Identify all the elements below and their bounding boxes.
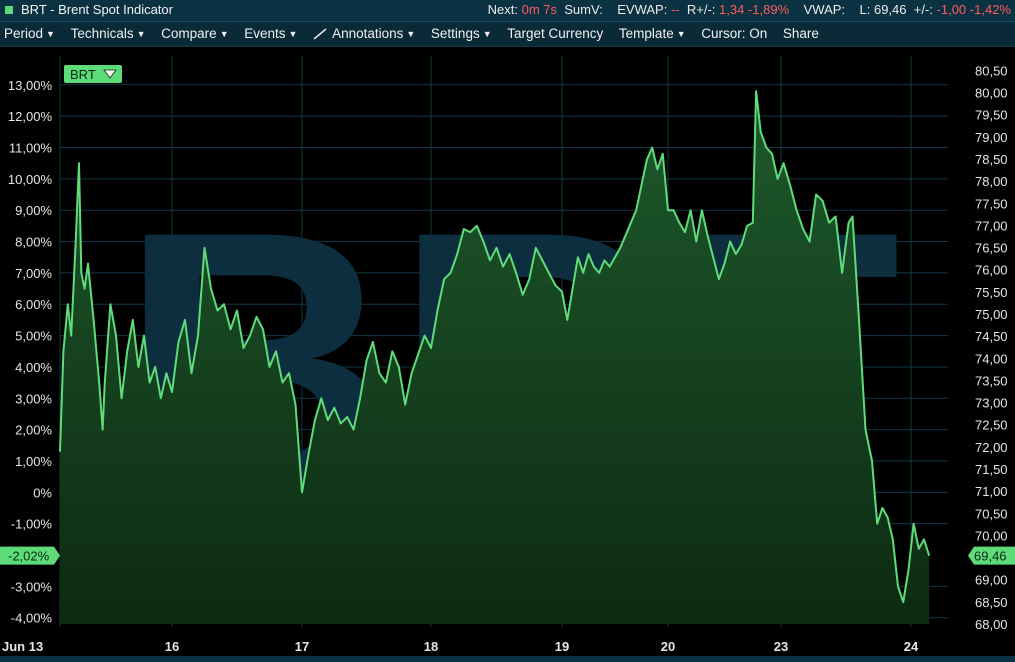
window-title: BRT - Brent Spot Indicator — [21, 2, 173, 17]
right-axis-tick-label: 75,00 — [975, 307, 1008, 322]
current-price-flag: 69,46 — [968, 546, 1015, 565]
current-price-label: 69,46 — [974, 549, 1007, 564]
title-bar: BRT - Brent Spot Indicator Next: 0m 7s S… — [0, 0, 1015, 22]
last-label: L: — [859, 2, 871, 17]
left-axis-tick-label: -3,00% — [11, 579, 53, 594]
right-axis-tick-label: 73,00 — [975, 396, 1008, 411]
x-axis-tick-label: 16 — [165, 639, 179, 654]
right-axis-tick-label: 75,50 — [975, 285, 1008, 300]
left-axis-tick-label: 8,00% — [15, 235, 52, 250]
left-axis-tick-label: 7,00% — [15, 266, 52, 281]
x-axis-tick-label: 18 — [424, 639, 438, 654]
rchg-label: R+/-: — [686, 2, 716, 17]
menu-annotations[interactable]: Annotations ▼ — [313, 22, 415, 47]
price-chart[interactable]: BRT 13,00% 12,00% 11,00% 10,00% 9,00% 8,00% 7,… — [0, 46, 1015, 656]
rchg-value: 1,34 — [719, 2, 745, 17]
left-axis-tick-label: 6,00% — [15, 297, 52, 312]
right-axis-tick-label: 72,00 — [975, 440, 1008, 455]
right-axis-tick-label: 71,50 — [975, 462, 1008, 477]
next-value: 0m 7s — [521, 2, 558, 17]
header-stats: Next: 0m 7s SumV: EVWAP: -- R+/-: 1,34 -… — [488, 2, 1011, 17]
right-axis-tick-label: 68,50 — [975, 595, 1008, 610]
menu-target-currency[interactable]: Target Currency — [507, 22, 603, 46]
rchg-pct: -1,89% — [747, 2, 790, 17]
caret-down-icon: ▼ — [136, 29, 146, 39]
left-axis-tick-label: -1,00% — [11, 517, 53, 532]
right-axis-tick-label: 79,00 — [975, 130, 1008, 145]
menu-period[interactable]: Period ▼ — [4, 22, 55, 47]
menu-events[interactable]: Events ▼ — [244, 22, 297, 47]
last-value: 69,46 — [873, 2, 907, 17]
x-axis-tick-label: 24 — [904, 639, 919, 654]
left-axis-tick-label: 3,00% — [15, 391, 52, 406]
right-axis-tick-label: 71,00 — [975, 484, 1008, 499]
status-square-icon — [5, 6, 13, 14]
symbol-badge[interactable]: BRT — [64, 65, 122, 83]
caret-down-icon: ▼ — [219, 29, 229, 39]
left-axis-tick-label: 13,00% — [8, 78, 53, 93]
menu-bar: Period ▼ Technicals ▼ Compare ▼ Events ▼ Ann… — [0, 22, 1015, 47]
evwap-value: -- — [670, 2, 680, 17]
x-axis-tick-label: 20 — [661, 639, 675, 654]
change-value: -1,00 — [936, 2, 967, 17]
menu-cursor-toggle[interactable]: Cursor: On — [701, 22, 767, 46]
left-axis-tick-label: 2,00% — [15, 423, 52, 438]
right-axis-tick-label: 80,50 — [975, 63, 1008, 78]
left-axis-tick-label: 12,00% — [8, 109, 53, 124]
x-axis-tick-label: 23 — [774, 639, 788, 654]
caret-down-icon: ▼ — [676, 29, 686, 39]
vwap-label: VWAP: — [803, 2, 846, 17]
bottom-scrollbar[interactable] — [0, 656, 1015, 662]
caret-down-icon: ▼ — [482, 29, 492, 39]
right-axis-tick-label: 72,50 — [975, 418, 1008, 433]
right-axis-tick-label: 74,50 — [975, 329, 1008, 344]
x-axis-tick-label: Jun 13 — [2, 639, 43, 654]
evwap-label: EVWAP: — [617, 2, 668, 17]
left-axis-tick-label: 4,00% — [15, 360, 52, 375]
left-axis-tick-label: 9,00% — [15, 203, 52, 218]
right-axis-tick-label: 74,00 — [975, 351, 1008, 366]
right-axis-tick-label: 70,50 — [975, 506, 1008, 521]
right-axis-tick-label: 80,00 — [975, 86, 1008, 101]
right-axis-tick-label: 78,00 — [975, 174, 1008, 189]
pen-icon — [313, 28, 327, 40]
x-axis-ticks: Jun 13 16 17 18 19 20 23 24 — [2, 639, 919, 654]
menu-share[interactable]: Share — [783, 22, 819, 46]
x-axis-tick-label: 17 — [295, 639, 309, 654]
next-label: Next: — [487, 2, 518, 17]
menu-compare[interactable]: Compare ▼ — [161, 22, 228, 47]
current-pct-label: -2,02% — [8, 549, 50, 564]
right-axis-tick-label: 70,00 — [975, 528, 1008, 543]
current-pct-flag: -2,02% — [0, 546, 60, 565]
left-axis-tick-label: -4,00% — [11, 611, 53, 626]
change-pct: -1,42% — [969, 2, 1011, 17]
symbol-badge-label: BRT — [70, 67, 96, 82]
right-axis-tick-label: 76,00 — [975, 263, 1008, 278]
left-axis-tick-label: 0% — [33, 485, 52, 500]
left-axis-tick-label: 5,00% — [15, 329, 52, 344]
caret-down-icon: ▼ — [288, 29, 298, 39]
left-axis-tick-label: 11,00% — [9, 141, 53, 156]
menu-technicals[interactable]: Technicals ▼ — [71, 22, 146, 47]
right-axis-tick-label: 73,50 — [975, 373, 1008, 388]
change-label: +/-: — [913, 2, 933, 17]
right-axis-tick-label: 77,50 — [975, 196, 1008, 211]
menu-template[interactable]: Template ▼ — [619, 22, 686, 47]
right-axis-tick-label: 76,50 — [975, 241, 1008, 256]
menu-settings[interactable]: Settings ▼ — [431, 22, 492, 47]
caret-down-icon: ▼ — [406, 29, 416, 39]
right-axis-tick-label: 77,00 — [975, 218, 1008, 233]
right-axis-tick-label: 69,00 — [975, 573, 1008, 588]
left-axis-tick-label: 10,00% — [8, 172, 53, 187]
sumv-label: SumV: — [564, 2, 603, 17]
right-axis-tick-label: 68,00 — [975, 617, 1008, 632]
caret-down-icon: ▼ — [46, 29, 55, 39]
x-axis-tick-label: 19 — [555, 639, 569, 654]
right-axis-tick-label: 78,50 — [975, 152, 1008, 167]
left-axis-tick-label: 1,00% — [15, 454, 52, 469]
right-axis-tick-label: 79,50 — [975, 108, 1008, 123]
left-axis-ticks: 13,00% 12,00% 11,00% 10,00% 9,00% 8,00% 7,00% 6… — [8, 78, 53, 626]
